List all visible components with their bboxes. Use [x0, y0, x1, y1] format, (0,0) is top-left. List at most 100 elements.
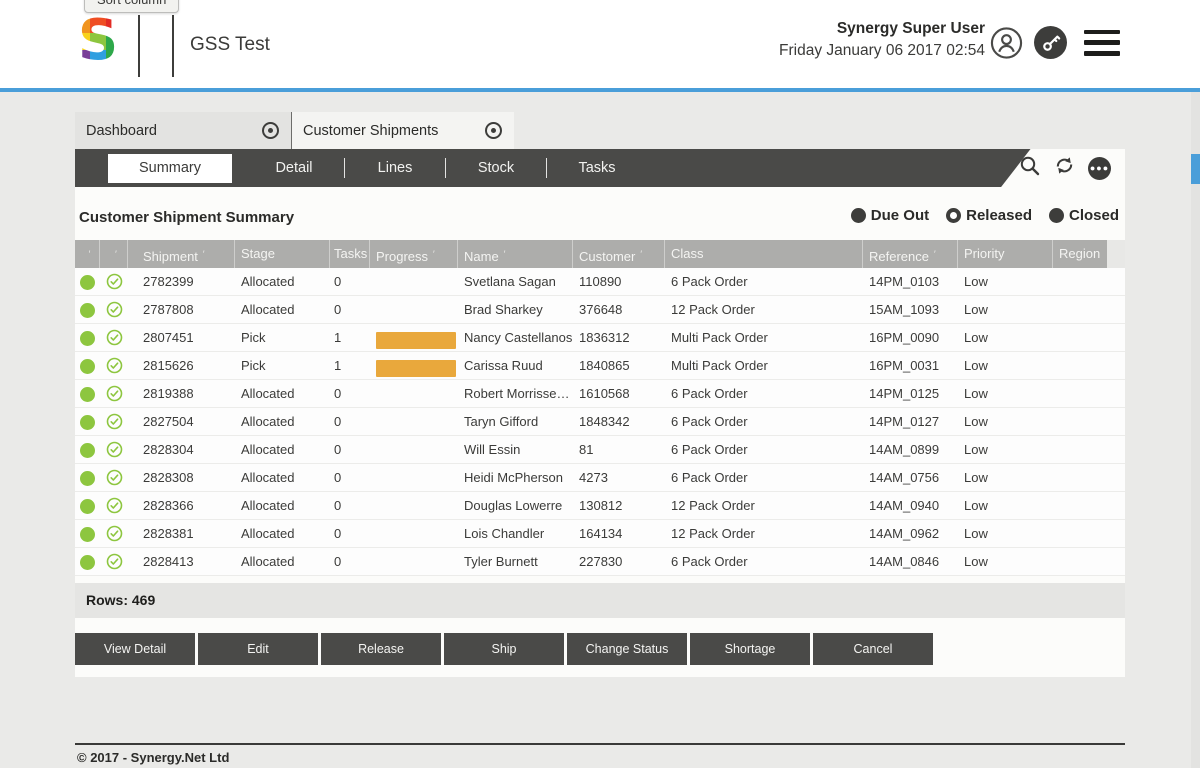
menu-icon[interactable] [1084, 30, 1120, 56]
main-panel: Summary Detail Lines Stock Tasks [75, 149, 1125, 677]
cell-priority: Low [958, 520, 1053, 547]
table-row[interactable]: 2827504Allocated0Taryn Gifford18483426 P… [75, 408, 1125, 436]
tab-label: Dashboard [86, 123, 157, 139]
user-icon[interactable] [990, 26, 1023, 59]
close-icon[interactable] [262, 122, 279, 139]
released-check-cell [100, 520, 128, 547]
column-header-tasks[interactable]: Tasks [330, 240, 370, 268]
cell-tasks: 0 [330, 464, 370, 491]
table-row[interactable]: 2828413Allocated0Tyler Burnett2278306 Pa… [75, 548, 1125, 576]
cell-reference: 14AM_0940 [863, 492, 958, 519]
cell-tasks: 1 [330, 324, 370, 351]
column-header-region[interactable]: Region [1053, 240, 1107, 268]
cell-reference: 14PM_0103 [863, 268, 958, 295]
status-dot-icon [80, 471, 95, 486]
cell-tasks: 0 [330, 436, 370, 463]
status-dot-cell [75, 380, 100, 407]
sort-caret-icon: ′ [504, 249, 506, 259]
cell-priority: Low [958, 352, 1053, 379]
change-status-button[interactable]: Change Status [567, 633, 687, 665]
table-row[interactable]: 2828304Allocated0Will Essin816 Pack Orde… [75, 436, 1125, 464]
cell-shipment: 2819388 [128, 380, 235, 407]
released-check-icon [106, 413, 123, 430]
column-header-reference[interactable]: Reference′ [863, 240, 958, 268]
cell-stage: Allocated [235, 380, 330, 407]
released-check-icon [106, 357, 123, 374]
cell-reference: 14PM_0127 [863, 408, 958, 435]
status-dot-icon [80, 331, 95, 346]
cell-name: Douglas Lowerre [458, 492, 573, 519]
radio-icon-released [946, 208, 961, 223]
key-icon[interactable] [1034, 26, 1067, 59]
cell-reference: 16PM_0031 [863, 352, 958, 379]
release-button[interactable]: Release [321, 633, 441, 665]
cell-tasks: 0 [330, 380, 370, 407]
cell-reference: 14PM_0125 [863, 380, 958, 407]
filter-released[interactable]: Released [946, 207, 1032, 224]
application-window: Sort column S [0, 0, 1200, 768]
released-check-icon [106, 469, 123, 486]
synergy-logo-icon: S [74, 15, 122, 72]
column-header-priority[interactable]: Priority [958, 240, 1053, 268]
subtab-stock[interactable]: Stock [446, 160, 546, 176]
cell-class: Multi Pack Order [665, 352, 863, 379]
cell-stage: Allocated [235, 520, 330, 547]
cell-reference: 15AM_1093 [863, 296, 958, 323]
status-dot-cell [75, 324, 100, 351]
view-detail-button[interactable]: View Detail [75, 633, 195, 665]
released-check-icon [106, 329, 123, 346]
cell-shipment: 2787808 [128, 296, 235, 323]
cell-customer: 227830 [573, 548, 665, 575]
cell-class: 6 Pack Order [665, 548, 863, 575]
column-header-progress[interactable]: Progress′ [370, 240, 458, 268]
column-header-name[interactable]: Name′ [458, 240, 573, 268]
search-icon[interactable] [1019, 155, 1041, 182]
column-header-released[interactable]: ′ [100, 240, 128, 268]
column-header-customer[interactable]: Customer′ [573, 240, 665, 268]
filter-closed[interactable]: Closed [1049, 207, 1119, 224]
close-icon[interactable] [485, 122, 502, 139]
table-row[interactable]: 2782399Allocated0Svetlana Sagan1108906 P… [75, 268, 1125, 296]
table-row[interactable]: 2828308Allocated0Heidi McPherson42736 Pa… [75, 464, 1125, 492]
cell-name: Carissa Ruud [458, 352, 573, 379]
cell-stage: Allocated [235, 548, 330, 575]
table-scroll-strip [1107, 240, 1125, 268]
subtab-tasks[interactable]: Tasks [547, 160, 647, 176]
cell-stage: Allocated [235, 492, 330, 519]
cancel-button[interactable]: Cancel [813, 633, 933, 665]
table-row[interactable]: 2815626Pick1Carissa Ruud1840865Multi Pac… [75, 352, 1125, 380]
subtab-lines[interactable]: Lines [345, 160, 445, 176]
cell-class: 6 Pack Order [665, 464, 863, 491]
cell-class: 12 Pack Order [665, 492, 863, 519]
tab-customer-shipments[interactable]: Customer Shipments [292, 112, 514, 149]
cell-priority: Low [958, 436, 1053, 463]
edit-button[interactable]: Edit [198, 633, 318, 665]
column-header-stage[interactable]: Stage [235, 240, 330, 268]
status-dot-icon [80, 387, 95, 402]
subtab-detail[interactable]: Detail [244, 160, 344, 176]
column-header-shipment[interactable]: Shipment′ [128, 240, 235, 268]
ellipsis-icon[interactable]: ●●● [1088, 157, 1111, 180]
cell-customer: 1836312 [573, 324, 665, 351]
sort-caret-icon: ′ [89, 249, 91, 259]
status-dot-cell [75, 464, 100, 491]
ship-button[interactable]: Ship [444, 633, 564, 665]
column-header-class[interactable]: Class [665, 240, 863, 268]
table-row[interactable]: 2819388Allocated0Robert Morrissey…161056… [75, 380, 1125, 408]
cell-class: 6 Pack Order [665, 268, 863, 295]
table-row[interactable]: 2828366Allocated0Douglas Lowerre13081212… [75, 492, 1125, 520]
refresh-icon[interactable] [1053, 154, 1076, 182]
tab-dashboard[interactable]: Dashboard [75, 112, 291, 149]
scrollbar-thumb[interactable] [1191, 154, 1200, 184]
cell-reference: 16PM_0090 [863, 324, 958, 351]
filter-due-out[interactable]: Due Out [851, 207, 929, 224]
subtab-summary[interactable]: Summary [108, 154, 232, 183]
shortage-button[interactable]: Shortage [690, 633, 810, 665]
table-row[interactable]: 2787808Allocated0Brad Sharkey37664812 Pa… [75, 296, 1125, 324]
page-scrollbar[interactable] [1191, 92, 1200, 768]
cell-name: Heidi McPherson [458, 464, 573, 491]
column-header-status[interactable]: ′ [75, 240, 100, 268]
table-row[interactable]: 2807451Pick1Nancy Castellanos1836312Mult… [75, 324, 1125, 352]
table-row[interactable]: 2828381Allocated0Lois Chandler16413412 P… [75, 520, 1125, 548]
cell-shipment: 2827504 [128, 408, 235, 435]
